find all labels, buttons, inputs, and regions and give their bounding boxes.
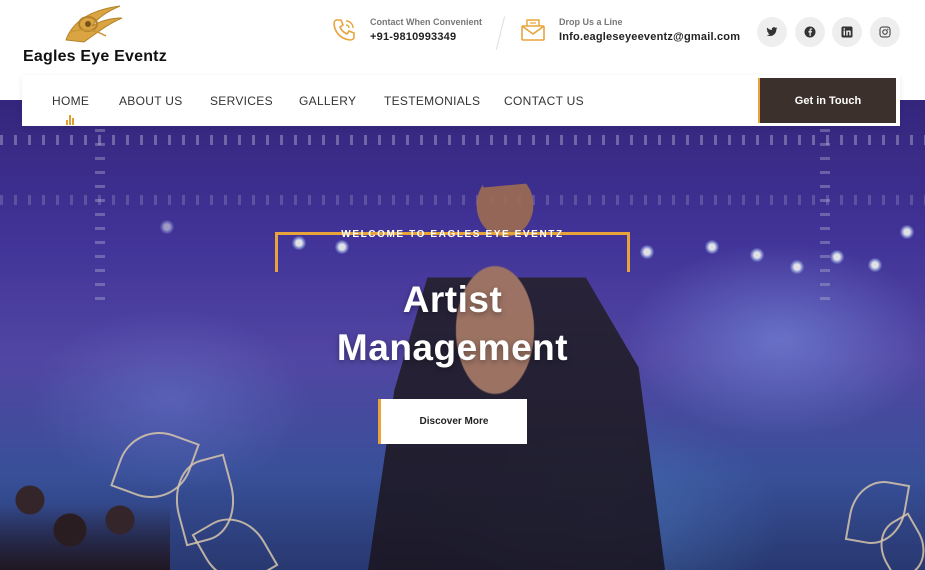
mail-icon: [519, 16, 547, 44]
nav-item-home[interactable]: HOME: [52, 94, 89, 108]
nav-item-testimonials[interactable]: TESTEMONIALS: [384, 94, 480, 108]
phone-contact[interactable]: Contact When Convenient +91-9810993349: [330, 16, 482, 44]
email-contact[interactable]: Drop Us a Line Info.eagleseyeeventz@gmai…: [519, 16, 740, 44]
headline-line-2: Management: [336, 327, 569, 368]
nav-item-about-us[interactable]: ABOUT US: [119, 94, 183, 108]
facebook-icon[interactable]: [795, 17, 825, 47]
linkedin-icon[interactable]: [832, 17, 862, 47]
headline-line-1: Artist: [402, 279, 503, 320]
header-divider: [495, 16, 506, 50]
eagle-eye-logo-icon[interactable]: [62, 2, 124, 44]
main-nav: HOME ABOUT US SERVICES GALLERY TESTEMONI…: [22, 75, 900, 126]
active-indicator-icon: [66, 115, 76, 125]
twitter-icon[interactable]: [757, 17, 787, 47]
nav-item-services[interactable]: SERVICES: [210, 94, 273, 108]
nav-item-gallery[interactable]: GALLERY: [299, 94, 356, 108]
hero-eyebrow-text: WELCOME TO EAGLES EYE EVENTZ: [341, 229, 564, 240]
phone-number[interactable]: +91-9810993349: [370, 31, 482, 43]
nav-item-contact-us[interactable]: CONTACT US: [504, 94, 584, 108]
email-label: Drop Us a Line: [559, 17, 623, 27]
phone-label: Contact When Convenient: [370, 17, 482, 27]
brand-name[interactable]: Eagles Eye Eventz: [23, 48, 167, 66]
hero-eyebrow: WELCOME TO EAGLES EYE EVENTZ: [275, 229, 630, 240]
instagram-icon[interactable]: [870, 17, 900, 47]
get-in-touch-button[interactable]: Get in Touch: [758, 78, 896, 123]
discover-more-button[interactable]: Discover More: [378, 399, 527, 444]
phone-icon: [330, 16, 358, 44]
hero-headline: Artist Management: [250, 276, 655, 372]
email-address[interactable]: Info.eagleseyeeventz@gmail.com: [559, 31, 740, 43]
